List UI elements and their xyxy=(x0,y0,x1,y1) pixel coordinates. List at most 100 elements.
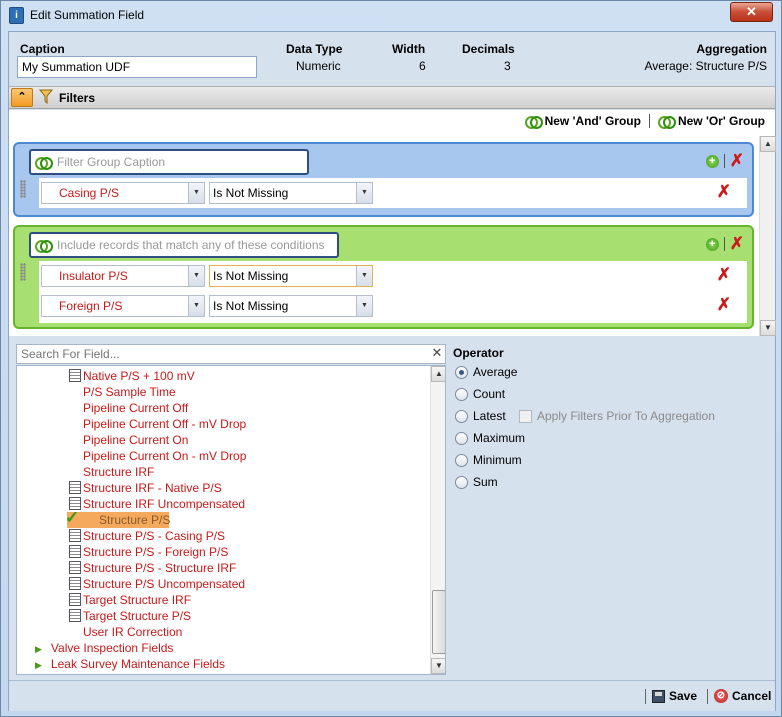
tree-item[interactable]: Pipeline Current Off - mV Drop xyxy=(83,416,246,432)
delete-condition-icon[interactable]: ✗ xyxy=(717,295,731,315)
group-caption-field[interactable]: Filter Group Caption xyxy=(29,149,309,175)
tree-item[interactable]: Structure P/S - Casing P/S xyxy=(69,528,225,544)
condition-operator-dropdown[interactable]: Is Not Missing ▼ xyxy=(209,295,373,317)
radio-sum[interactable] xyxy=(455,476,468,489)
tree-item[interactable]: Pipeline Current On xyxy=(83,432,188,448)
tree-item[interactable]: Structure P/S - Structure IRF xyxy=(69,560,236,576)
tree-item-label: Target Structure P/S xyxy=(83,609,192,623)
tree-item[interactable]: Structure IRF xyxy=(83,464,154,480)
radio-minimum[interactable] xyxy=(455,454,468,467)
calculator-icon xyxy=(69,369,81,382)
radio-label-latest[interactable]: Latest xyxy=(473,409,506,423)
tree-scrollbar[interactable]: ▲ ▼ xyxy=(430,366,445,674)
radio-label-maximum[interactable]: Maximum xyxy=(473,431,525,445)
tree-item-label: Pipeline Current On - mV Drop xyxy=(83,449,247,463)
radio-label-average[interactable]: Average xyxy=(473,365,517,379)
scroll-down-icon[interactable]: ▼ xyxy=(431,658,445,674)
field-tree: Native P/S + 100 mV P/S Sample Time Pipeli… xyxy=(16,365,446,675)
close-button[interactable]: ✕ xyxy=(730,2,773,22)
condition-field-dropdown[interactable]: Foreign P/S ▼ xyxy=(41,295,205,317)
chevron-down-icon[interactable]: ▼ xyxy=(188,266,204,286)
tree-item[interactable]: Structure IRF - Native P/S xyxy=(69,480,222,496)
group-caption-field[interactable]: Include records that match any of these … xyxy=(29,232,339,258)
calculator-icon xyxy=(69,529,81,542)
decimals-label: Decimals xyxy=(462,42,515,56)
new-and-group-button[interactable]: New 'And' Group xyxy=(545,114,641,128)
tree-item[interactable]: Structure IRF Uncompensated xyxy=(69,496,245,512)
field-header: Caption Data Type Numeric Width 6 Decima… xyxy=(9,32,775,86)
radio-label-minimum[interactable]: Minimum xyxy=(473,453,522,467)
action-separator xyxy=(723,237,725,251)
tree-item[interactable]: Structure P/S Uncompensated xyxy=(69,576,245,592)
app-icon: i xyxy=(9,7,24,24)
chevron-down-icon[interactable]: ▼ xyxy=(356,183,372,203)
field-search-input[interactable] xyxy=(16,344,446,364)
radio-label-sum[interactable]: Sum xyxy=(473,475,498,489)
chevron-down-icon[interactable]: ▼ xyxy=(356,296,372,316)
filter-scrollbar[interactable]: ▲ ▼ xyxy=(759,136,776,336)
width-value: 6 xyxy=(419,59,426,73)
radio-average[interactable] xyxy=(455,366,468,379)
tree-item-label: Structure IRF Uncompensated xyxy=(83,497,246,511)
delete-condition-icon[interactable]: ✗ xyxy=(717,182,731,202)
chevron-down-icon[interactable]: ▼ xyxy=(188,183,204,203)
title-bar[interactable]: i Edit Summation Field ✕ xyxy=(1,1,781,31)
group-caption-placeholder: Filter Group Caption xyxy=(57,155,166,169)
cancel-button[interactable]: ⊘ Cancel xyxy=(714,689,771,703)
condition-field-dropdown[interactable]: Casing P/S ▼ xyxy=(41,182,205,204)
add-condition-icon[interactable]: + xyxy=(705,154,719,168)
drag-handle[interactable] xyxy=(20,180,26,198)
condition-operator-dropdown[interactable]: Is Not Missing ▼ xyxy=(209,182,373,204)
tree-item[interactable]: Target Structure P/S xyxy=(69,608,191,624)
radio-latest[interactable] xyxy=(455,410,468,423)
filters-title: Filters xyxy=(59,91,96,105)
tree-item-label: Native P/S + 100 mV xyxy=(83,369,195,383)
tree-item-label: Structure P/S xyxy=(99,513,171,527)
caption-input[interactable] xyxy=(17,56,257,78)
tree-item[interactable]: User IR Correction xyxy=(83,624,182,640)
add-condition-icon[interactable]: + xyxy=(705,237,719,251)
delete-group-icon[interactable]: ✗ xyxy=(730,152,744,169)
radio-label-count[interactable]: Count xyxy=(473,387,505,401)
apply-filters-checkbox[interactable] xyxy=(519,410,532,423)
tree-item[interactable]: P/S Sample Time xyxy=(83,384,176,400)
tree-item[interactable]: Pipeline Current On - mV Drop xyxy=(83,448,246,464)
save-button[interactable]: Save xyxy=(652,689,697,703)
clear-search-icon[interactable]: ✕ xyxy=(429,345,445,363)
data-type-label: Data Type xyxy=(286,42,343,56)
radio-count[interactable] xyxy=(455,388,468,401)
condition-operator-dropdown[interactable]: Is Not Missing ▼ xyxy=(209,265,373,287)
scroll-up-icon[interactable]: ▲ xyxy=(760,136,776,152)
scroll-down-icon[interactable]: ▼ xyxy=(760,320,776,336)
radio-maximum[interactable] xyxy=(455,432,468,445)
tree-item[interactable]: Pipeline Current Off xyxy=(83,400,188,416)
scroll-up-icon[interactable]: ▲ xyxy=(431,366,445,382)
collapse-button[interactable]: ⌃ xyxy=(11,88,33,107)
delete-condition-icon[interactable]: ✗ xyxy=(717,265,731,285)
expand-triangle-icon[interactable]: ▶ xyxy=(35,660,42,670)
chevron-down-icon[interactable]: ▼ xyxy=(356,266,372,286)
tree-item-selected[interactable]: Structure P/S xyxy=(99,512,170,528)
and-group-icon xyxy=(524,115,543,129)
expand-triangle-icon[interactable]: ▶ xyxy=(35,644,42,654)
scroll-thumb[interactable] xyxy=(432,590,445,654)
chevron-down-icon[interactable]: ▼ xyxy=(188,296,204,316)
group-type-icon xyxy=(35,156,53,170)
drag-handle[interactable] xyxy=(20,263,26,281)
tree-item-label: Pipeline Current Off xyxy=(83,401,189,415)
tree-item[interactable]: Target Structure IRF xyxy=(69,592,191,608)
calculator-icon xyxy=(69,481,81,494)
decimals-value: 3 xyxy=(504,59,511,73)
tree-category[interactable]: ▶ Leak Survey Maintenance Fields xyxy=(35,656,225,672)
tree-item[interactable]: Structure P/S - Foreign P/S xyxy=(69,544,228,560)
new-or-group-button[interactable]: New 'Or' Group xyxy=(678,114,765,128)
tree-item[interactable]: Native P/S + 100 mV xyxy=(69,368,195,384)
tree-item-label: Structure P/S - Casing P/S xyxy=(83,529,226,543)
condition-field-dropdown[interactable]: Insulator P/S ▼ xyxy=(41,265,205,287)
delete-group-icon[interactable]: ✗ xyxy=(730,235,744,252)
new-group-toolbar: New 'And' Group New 'Or' Group xyxy=(524,114,765,129)
condition-field-value: Insulator P/S xyxy=(59,269,128,283)
action-separator xyxy=(723,154,725,168)
data-type-value: Numeric xyxy=(296,59,341,73)
tree-category[interactable]: ▶ Valve Inspection Fields xyxy=(35,640,173,656)
